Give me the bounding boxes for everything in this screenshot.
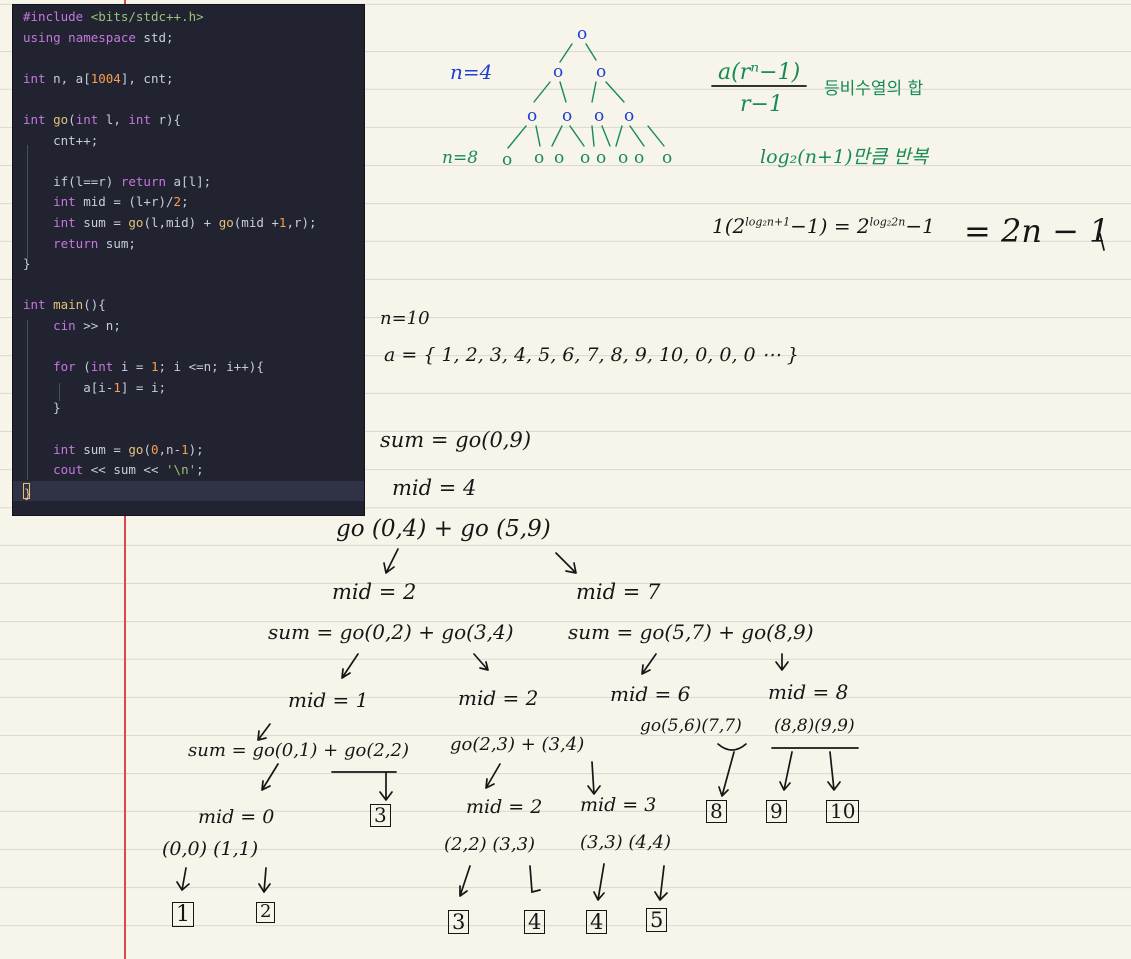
tree-node: o (624, 106, 635, 126)
lr-mid: mid = 2 (458, 686, 539, 710)
tree-node: o (562, 106, 573, 126)
note-n8: n=8 (442, 148, 479, 168)
formula: 1(2log₂n+1−1) = 2log₂2n−1 (712, 214, 935, 238)
tree-node: o (634, 148, 645, 168)
tree-node: o (554, 148, 565, 168)
left-mid: mid = 2 (332, 580, 417, 604)
left-sum: sum = go(0,2) + go(3,4) (268, 620, 514, 644)
leaf-pairs-1: (0,0) (1,1) (162, 838, 259, 860)
leaf-box-6: 4 (586, 910, 608, 935)
rl-split: go(5,6)(7,7) (640, 716, 742, 736)
leaf-box-5: 4 (524, 910, 546, 935)
ll-sum: sum = go(0,1) + go(2,2) (188, 740, 410, 761)
leaf-pairs-2: (2,2) (3,3) (444, 834, 536, 855)
tree-node: o (596, 62, 607, 82)
formula-mid: −1) = 2 (790, 214, 870, 238)
array-def: a = { 1, 2, 3, 4, 5, 6, 7, 8, 9, 10, 0, … (384, 344, 799, 366)
leaf-box-10: 10 (826, 800, 860, 823)
formula-lhs: 1(2 (712, 214, 746, 238)
log-note: log₂(n+1)만큼 반복 (760, 146, 929, 168)
tree-node: o (553, 62, 564, 82)
leaf-box-7: 5 (646, 908, 668, 933)
ll-mid: mid = 1 (288, 688, 369, 712)
sum-root: sum = go(0,9) (380, 428, 532, 452)
arrows-layer (176, 43, 1105, 901)
leaf-box-4: 3 (448, 910, 470, 935)
geo-denominator: r−1 (740, 92, 783, 117)
rr-split: (8,8)(9,9) (774, 716, 855, 736)
geo-label: 등비수열의 합 (824, 79, 924, 99)
lrl-mid: mid = 2 (466, 796, 543, 818)
formula-exp2: log₂2n (869, 215, 906, 229)
formula-exp1: log₂n+1 (745, 215, 791, 229)
right-mid: mid = 7 (576, 580, 661, 604)
rr-mid: mid = 8 (768, 680, 849, 704)
lrr-mid: mid = 3 (580, 794, 657, 816)
leaf-box-1: 1 (172, 902, 194, 928)
rl-mid: mid = 6 (610, 682, 691, 706)
right-sum: sum = go(5,7) + go(8,9) (568, 620, 814, 644)
formula-tail: −1 (905, 214, 935, 238)
leaf-box-3: 3 (370, 804, 391, 827)
leaf-box-9: 9 (766, 800, 787, 823)
leaf-box-2: 2 (256, 902, 276, 923)
tree-node: o (618, 148, 629, 168)
formula-result: = 2n − 1 (964, 212, 1110, 250)
tree-node: o (577, 24, 588, 44)
tree-node: o (534, 148, 545, 168)
tree-node: o (594, 106, 605, 126)
tree-node: o (596, 148, 607, 168)
geo-numerator: a(rⁿ−1) (718, 60, 801, 85)
note-n10: n=10 (380, 308, 430, 329)
lr-split: go(2,3) + (3,4) (450, 734, 585, 755)
lll-mid: mid = 0 (198, 806, 275, 828)
tree-node: o (580, 148, 591, 168)
tree-arrows (507, 43, 665, 149)
tree-node: o (527, 106, 538, 126)
note-n4: n=4 (450, 60, 493, 84)
mid-root: mid = 4 (392, 476, 477, 500)
leaf-pairs-3: (3,3) (4,4) (580, 832, 672, 853)
split-root: go (0,4) + go (5,9) (336, 516, 551, 542)
leaf-box-8: 8 (706, 800, 727, 823)
tree-node: o (502, 150, 513, 170)
tree-node: o (662, 148, 673, 168)
